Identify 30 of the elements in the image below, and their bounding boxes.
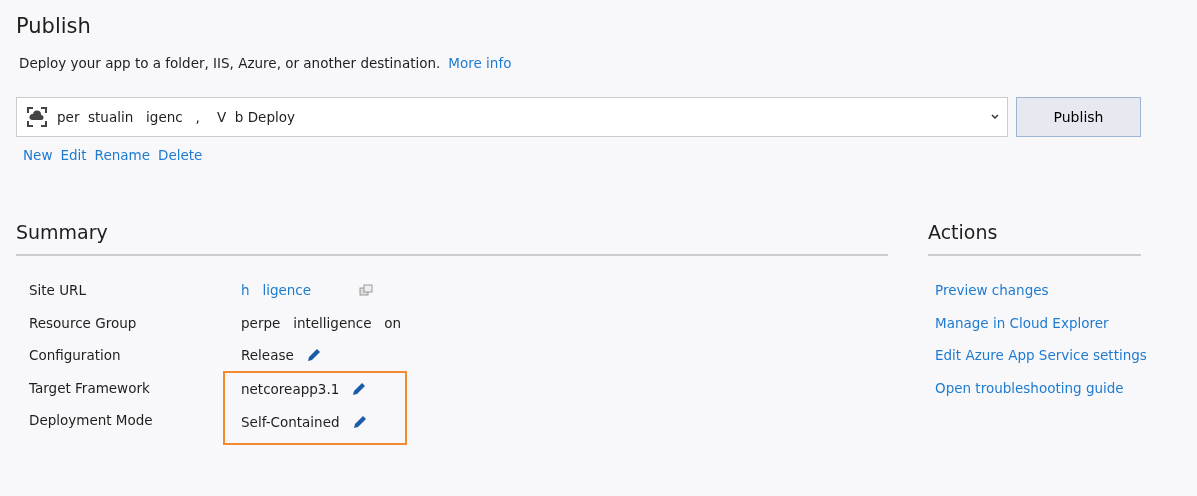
profile-action-link[interactable]: Delete [158, 145, 203, 166]
section-heading: Actions [928, 217, 1141, 257]
field-value[interactable]: h ligence [241, 280, 312, 301]
field-label: Configuration [29, 346, 122, 366]
edit-icon[interactable] [305, 347, 322, 364]
profile-action-link[interactable]: Edit [60, 145, 87, 166]
profile-dropdown[interactable]: per stualin igenc , V b Deploy [16, 97, 1008, 138]
field-label: Target Framework [29, 378, 151, 398]
field-label: Deployment Mode [29, 411, 154, 431]
profile-action-link[interactable]: New [23, 145, 53, 166]
page-title: Publish [16, 14, 92, 40]
description-text: Deploy your app to a folder, IIS, Azure, or another destination. [19, 54, 441, 74]
section-heading: Summary [16, 217, 888, 257]
chevron-down-icon [991, 114, 999, 121]
action-link[interactable]: Manage in Cloud Explorer [928, 312, 1109, 334]
cloud-app-icon [27, 107, 47, 128]
action-link[interactable]: Edit Azure App Service settings [928, 345, 1147, 366]
more-info-link[interactable]: More info [448, 53, 512, 74]
field-value: netcoreapp3.1 [241, 379, 340, 399]
field-value: Self-Contained [241, 413, 340, 433]
action-link[interactable]: Preview changes [928, 280, 1049, 301]
publish-button[interactable]: Publish [1016, 97, 1141, 138]
edit-icon[interactable] [351, 380, 368, 397]
edit-icon[interactable] [351, 414, 368, 431]
field-label: Site URL [29, 281, 87, 301]
field-value: perpe intelligence on [241, 313, 402, 333]
field-label: Resource Group [29, 313, 138, 333]
profile-action-link[interactable]: Rename [94, 145, 150, 166]
action-link[interactable]: Open troubleshooting guide [928, 377, 1124, 399]
field-value: Release [241, 346, 294, 366]
